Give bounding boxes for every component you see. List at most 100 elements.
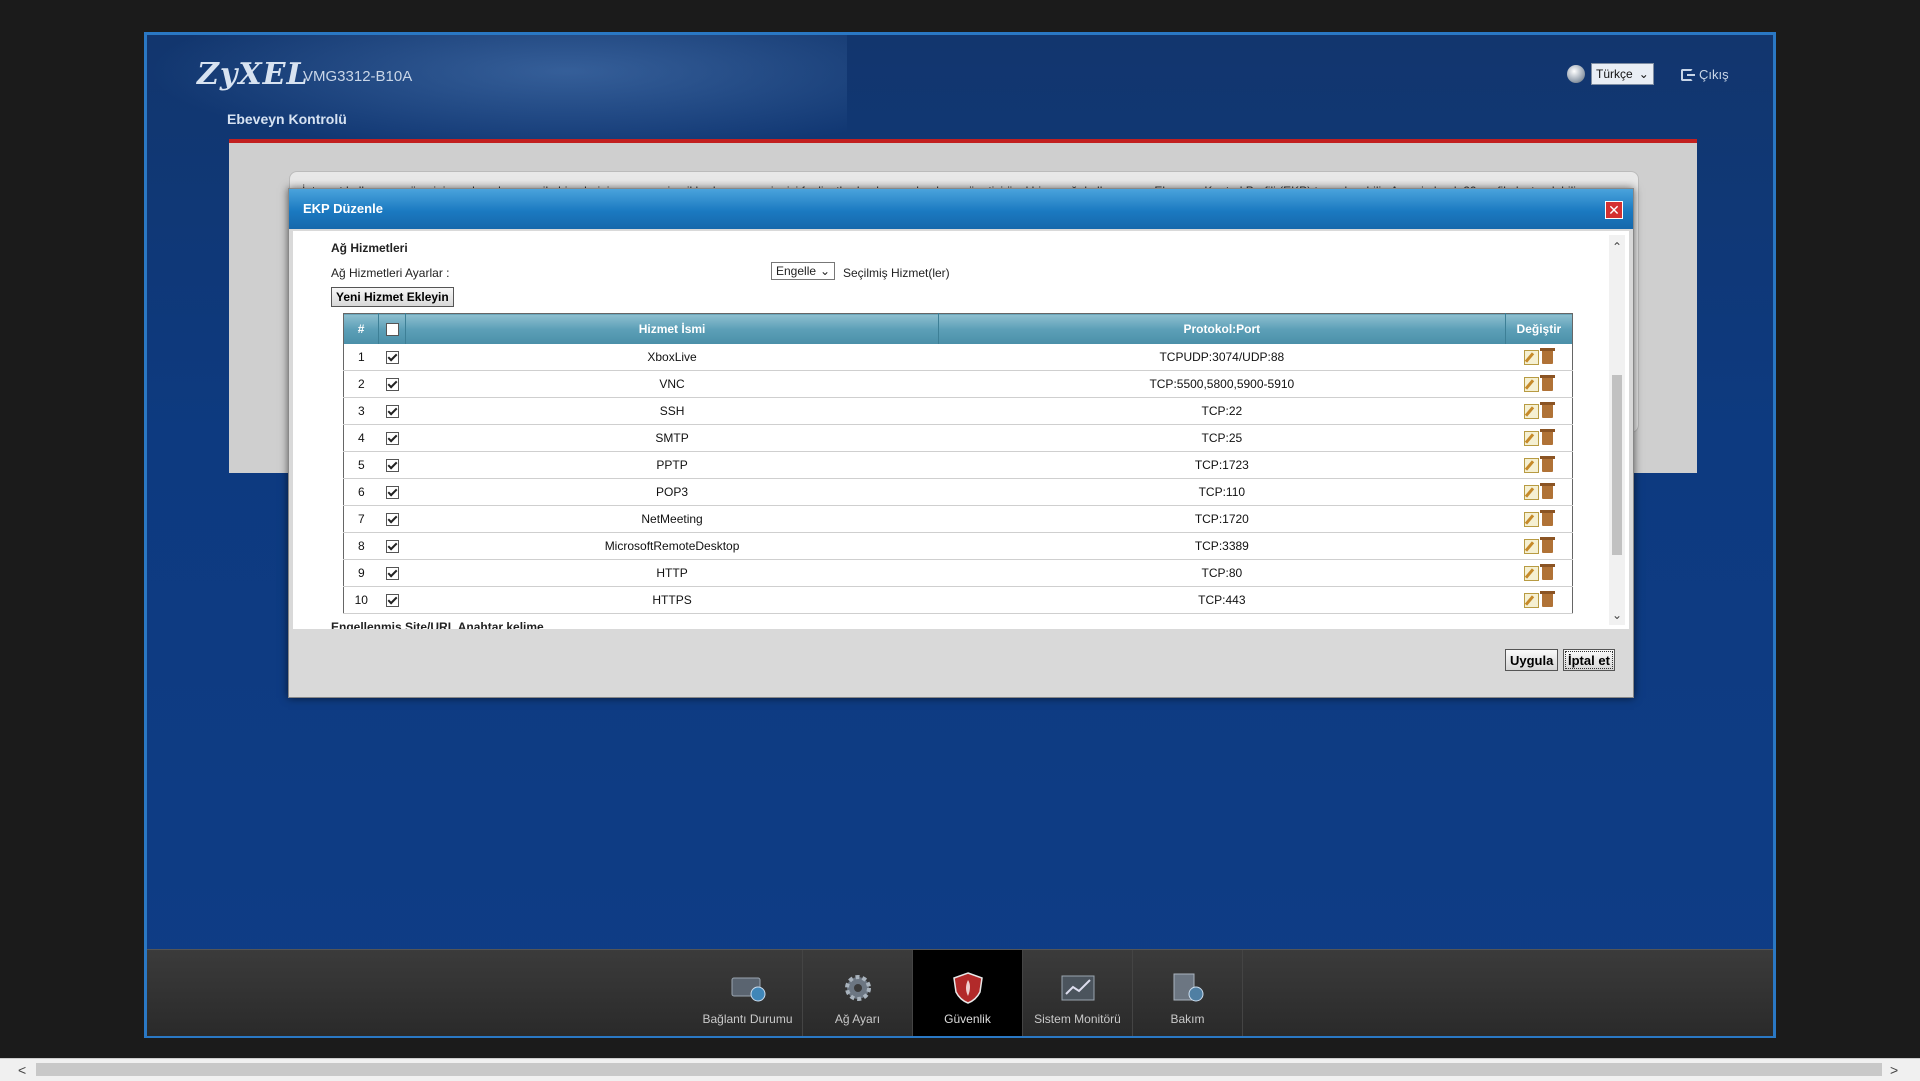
edit-icon[interactable] — [1524, 457, 1540, 473]
row-checkbox[interactable] — [385, 351, 399, 365]
dialog-footer: Uygula İptal et — [289, 629, 1633, 697]
add-service-button[interactable]: Yeni Hizmet Ekleyin — [331, 287, 454, 307]
trash-icon[interactable] — [1540, 375, 1556, 392]
row-protocol: TCP:80 — [938, 559, 1506, 587]
scroll-left-icon[interactable]: < — [18, 1062, 26, 1078]
close-icon: ✕ — [1608, 202, 1620, 218]
edit-icon[interactable] — [1524, 538, 1540, 554]
row-service-name: MicrosoftRemoteDesktop — [405, 532, 939, 560]
trash-icon[interactable] — [1540, 456, 1556, 473]
table-row: 10 HTTPS TCP:443 — [343, 586, 1573, 614]
table-row: 1 XboxLive TCPUDP:3074/UDP:88 — [343, 344, 1573, 371]
trash-icon[interactable] — [1540, 537, 1556, 554]
row-index: 8 — [343, 532, 379, 560]
browser-horizontal-scrollbar[interactable]: < > — [0, 1058, 1920, 1081]
edit-icon[interactable] — [1524, 511, 1540, 527]
nav-item-security[interactable]: Güvenlik — [913, 950, 1023, 1036]
edit-icon[interactable] — [1524, 349, 1540, 365]
select-all-checkbox[interactable] — [385, 323, 399, 337]
close-button[interactable]: ✕ — [1605, 201, 1623, 219]
trash-icon[interactable] — [1540, 429, 1556, 446]
header-glow — [147, 35, 847, 155]
dialog-header: EKP Düzenle ✕ — [289, 189, 1633, 229]
row-checkbox-cell — [378, 532, 406, 560]
edit-icon[interactable] — [1524, 484, 1540, 500]
edit-icon[interactable] — [1524, 430, 1540, 446]
row-actions — [1505, 397, 1573, 425]
ekp-edit-dialog: EKP Düzenle ✕ Ağ Hizmetleri Ağ Hizmetler… — [288, 188, 1634, 698]
edit-icon[interactable] — [1524, 403, 1540, 419]
row-protocol: TCP:1720 — [938, 505, 1506, 533]
header-modify: Değiştir — [1505, 313, 1573, 344]
action-select[interactable]: Engelle ⌄ — [771, 262, 836, 280]
row-checkbox[interactable] — [385, 378, 399, 392]
row-index: 4 — [343, 424, 379, 452]
trash-icon[interactable] — [1540, 510, 1556, 527]
nav-item-system-monitor[interactable]: Sistem Monitörü — [1023, 950, 1133, 1036]
scroll-down-icon[interactable]: ⌄ — [1609, 607, 1625, 623]
trash-icon[interactable] — [1540, 483, 1556, 500]
cancel-button[interactable]: İptal et — [1563, 649, 1615, 671]
maintenance-icon — [1173, 973, 1203, 1002]
row-checkbox[interactable] — [385, 594, 399, 608]
globe-icon — [1567, 65, 1585, 83]
row-protocol: TCP:22 — [938, 397, 1506, 425]
row-actions — [1505, 424, 1573, 452]
table-row: 6 POP3 TCP:110 — [343, 478, 1573, 506]
row-checkbox[interactable] — [385, 567, 399, 581]
section-title: Ağ Hizmetleri — [331, 241, 408, 255]
row-checkbox[interactable] — [385, 540, 399, 554]
row-actions — [1505, 370, 1573, 398]
row-actions — [1505, 451, 1573, 479]
row-service-name: PPTP — [405, 451, 939, 479]
row-actions — [1505, 505, 1573, 533]
dialog-scrollbar[interactable]: ⌃ ⌄ — [1609, 235, 1625, 625]
row-service-name: NetMeeting — [405, 505, 939, 533]
scroll-up-icon[interactable]: ⌃ — [1609, 239, 1625, 255]
row-service-name: XboxLive — [405, 344, 939, 371]
row-actions — [1505, 586, 1573, 614]
nav-label: Bakım — [1170, 1012, 1205, 1026]
blocked-keywords-title: Engellenmiş Site/URL Anahtar kelime — [331, 620, 544, 629]
row-checkbox[interactable] — [385, 486, 399, 500]
language-select[interactable]: Türkçe ⌄ — [1591, 63, 1654, 85]
monitor-chart-icon — [1061, 975, 1094, 1001]
row-service-name: SMTP — [405, 424, 939, 452]
nav-item-maintenance[interactable]: Bakım — [1133, 950, 1243, 1036]
table-row: 3 SSH TCP:22 — [343, 397, 1573, 425]
trash-icon[interactable] — [1540, 348, 1556, 365]
logout-icon — [1681, 68, 1695, 81]
nav-item-network-settings[interactable]: Ağ Ayarı — [803, 950, 913, 1036]
row-checkbox[interactable] — [385, 405, 399, 419]
header-protocol-port: Protokol:Port — [938, 313, 1506, 344]
row-checkbox[interactable] — [385, 513, 399, 527]
logout-link[interactable]: Çıkış — [1681, 67, 1729, 82]
row-index: 1 — [343, 344, 379, 371]
zyxel-logo: ZyXEL — [197, 57, 309, 92]
row-index: 9 — [343, 559, 379, 587]
row-actions — [1505, 344, 1573, 371]
row-checkbox[interactable] — [385, 432, 399, 446]
dialog-title: EKP Düzenle — [303, 201, 383, 216]
horizontal-scroll-thumb[interactable] — [36, 1063, 1882, 1076]
header-index: # — [343, 313, 380, 344]
row-service-name: POP3 — [405, 478, 939, 506]
row-protocol: TCP:25 — [938, 424, 1506, 452]
scroll-right-icon[interactable]: > — [1890, 1062, 1898, 1078]
edit-icon[interactable] — [1524, 376, 1540, 392]
language-value: Türkçe — [1596, 67, 1633, 81]
trash-icon[interactable] — [1540, 564, 1556, 581]
edit-icon[interactable] — [1524, 565, 1540, 581]
trash-icon[interactable] — [1540, 591, 1556, 608]
row-protocol: TCP:3389 — [938, 532, 1506, 560]
scroll-thumb[interactable] — [1612, 375, 1622, 555]
row-actions — [1505, 532, 1573, 560]
apply-button[interactable]: Uygula — [1505, 649, 1559, 671]
header-select-all — [378, 313, 407, 344]
row-actions — [1505, 559, 1573, 587]
nav-item-connection-status[interactable]: Bağlantı Durumu — [693, 950, 803, 1036]
row-checkbox[interactable] — [385, 459, 399, 473]
row-checkbox-cell — [378, 505, 406, 533]
trash-icon[interactable] — [1540, 402, 1556, 419]
edit-icon[interactable] — [1524, 592, 1540, 608]
